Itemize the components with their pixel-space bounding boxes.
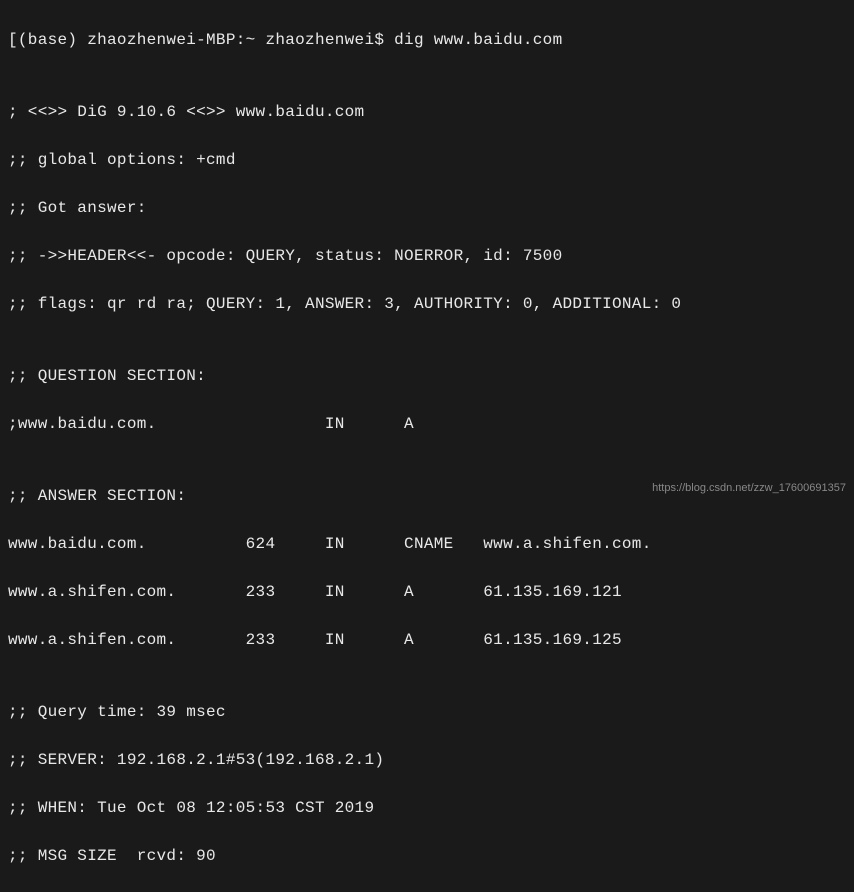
watermark: https://blog.csdn.net/zzw_17600691357 (652, 480, 846, 497)
dig-banner: ; <<>> DiG 9.10.6 <<>> www.baidu.com (8, 100, 846, 124)
question-row: ;www.baidu.com. IN A (8, 412, 846, 436)
msg-size: ;; MSG SIZE rcvd: 90 (8, 844, 846, 868)
answer-row: www.a.shifen.com. 233 IN A 61.135.169.12… (8, 628, 846, 652)
terminal-output: [(base) zhaozhenwei-MBP:~ zhaozhenwei$ d… (8, 4, 846, 892)
shell-prompt-line: [(base) zhaozhenwei-MBP:~ zhaozhenwei$ d… (8, 28, 846, 52)
when-line: ;; WHEN: Tue Oct 08 12:05:53 CST 2019 (8, 796, 846, 820)
flags-line: ;; flags: qr rd ra; QUERY: 1, ANSWER: 3,… (8, 292, 846, 316)
got-answer: ;; Got answer: (8, 196, 846, 220)
header-line: ;; ->>HEADER<<- opcode: QUERY, status: N… (8, 244, 846, 268)
query-time: ;; Query time: 39 msec (8, 700, 846, 724)
server-line: ;; SERVER: 192.168.2.1#53(192.168.2.1) (8, 748, 846, 772)
answer-row: www.a.shifen.com. 233 IN A 61.135.169.12… (8, 580, 846, 604)
global-options: ;; global options: +cmd (8, 148, 846, 172)
question-section-header: ;; QUESTION SECTION: (8, 364, 846, 388)
answer-row: www.baidu.com. 624 IN CNAME www.a.shifen… (8, 532, 846, 556)
